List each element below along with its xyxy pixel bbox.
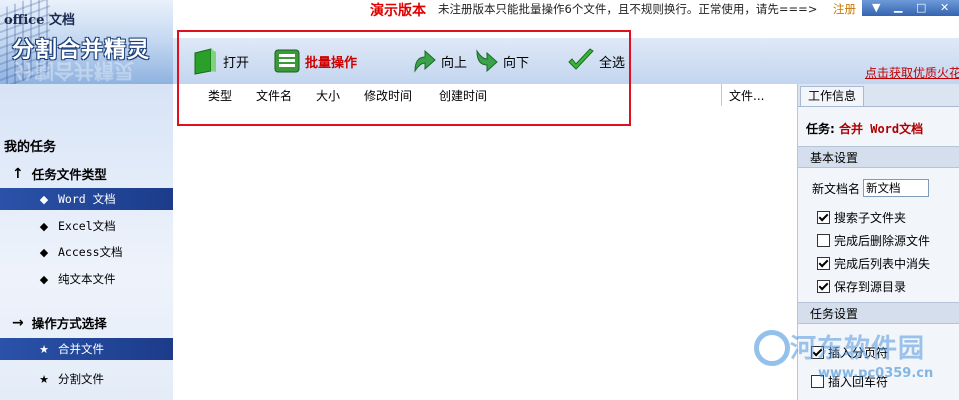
app-logo: office 文档 分割合并精灵 分割合并精灵	[0, 0, 173, 84]
window-controls: ▼ ▁ □ ✕	[862, 0, 959, 16]
demo-version-label: 演示版本	[370, 3, 426, 19]
sidebar-item-merge[interactable]: ★ 合并文件	[0, 338, 173, 360]
operation-mode-group[interactable]: → 操作方式选择	[12, 313, 107, 332]
option-remove-from-list[interactable]: 完成后列表中消失	[817, 255, 930, 272]
basic-settings-section[interactable]: 基本设置	[798, 146, 959, 168]
file-type-group[interactable]: ↑ 任务文件类型	[12, 164, 107, 183]
menu-down-icon[interactable]: ▼	[872, 1, 880, 14]
checkbox[interactable]	[817, 234, 830, 247]
unregistered-notice: 未注册版本只能批量操作6个文件，且不规则换行。正常使用，请先===>	[438, 2, 818, 16]
column-divider	[721, 84, 722, 106]
arrow-right-icon: →	[12, 314, 24, 331]
sidebar-item-excel[interactable]: ◆ Excel文档	[0, 215, 173, 237]
sidebar-item-word[interactable]: ◆ Word 文档	[0, 188, 173, 210]
watermark-logo-icon	[754, 330, 790, 366]
sidebar-item-text[interactable]: ◆ 纯文本文件	[0, 268, 173, 290]
task-value: 合并 Word文档	[839, 122, 924, 136]
option-delete-source[interactable]: 完成后删除源文件	[817, 232, 930, 249]
register-link[interactable]: 注册	[833, 1, 856, 17]
diamond-bullet-icon: ◆	[39, 245, 49, 259]
diamond-bullet-icon: ◆	[39, 219, 49, 233]
logo-reflection: 分割合并精灵	[14, 59, 134, 83]
logo-small-text: office 文档	[4, 13, 75, 28]
arrow-up-icon: ↑	[12, 165, 24, 182]
checkbox[interactable]	[817, 280, 830, 293]
site-watermark: 河东软件园 www.pc0359.cn	[752, 324, 959, 400]
option-save-to-source-dir[interactable]: 保存到源目录	[817, 278, 906, 295]
close-icon[interactable]: ✕	[940, 1, 949, 14]
column-header-file-path[interactable]: 文件...	[729, 87, 764, 104]
task-summary: 任务: 合并 Word文档	[806, 122, 924, 136]
highlight-annotation-box	[177, 30, 631, 126]
sidebar-item-split[interactable]: ★ 分割文件	[0, 368, 173, 390]
tab-work-info[interactable]: 工作信息	[800, 86, 864, 106]
sidebar-item-access[interactable]: ◆ Access文档	[0, 241, 173, 263]
diamond-bullet-icon: ◆	[39, 192, 49, 206]
star-bullet-icon: ★	[39, 342, 49, 356]
task-sidebar: 我的任务 ↑ 任务文件类型 ◆ Word 文档 ◆ Excel文档 ◆ Acce…	[0, 84, 173, 400]
diamond-bullet-icon: ◆	[39, 272, 49, 286]
file-list[interactable]: 类型 文件名 大小 修改时间 创建时间 文件...	[173, 84, 797, 400]
minimize-icon[interactable]: ▁	[894, 0, 902, 13]
option-search-subfolders[interactable]: 搜索子文件夹	[817, 209, 906, 226]
promo-link[interactable]: 点击获取优质火花	[865, 64, 959, 81]
panel-tabs: 工作信息	[798, 84, 959, 107]
maximize-icon[interactable]: □	[916, 1, 926, 14]
new-doc-name-row: 新文档名	[812, 179, 930, 197]
checkbox[interactable]	[817, 211, 830, 224]
new-doc-name-input[interactable]	[863, 179, 930, 197]
task-settings-section[interactable]: 任务设置	[798, 302, 959, 324]
star-bullet-icon: ★	[39, 372, 49, 386]
my-tasks-heading: 我的任务	[4, 140, 57, 155]
checkbox[interactable]	[817, 257, 830, 270]
